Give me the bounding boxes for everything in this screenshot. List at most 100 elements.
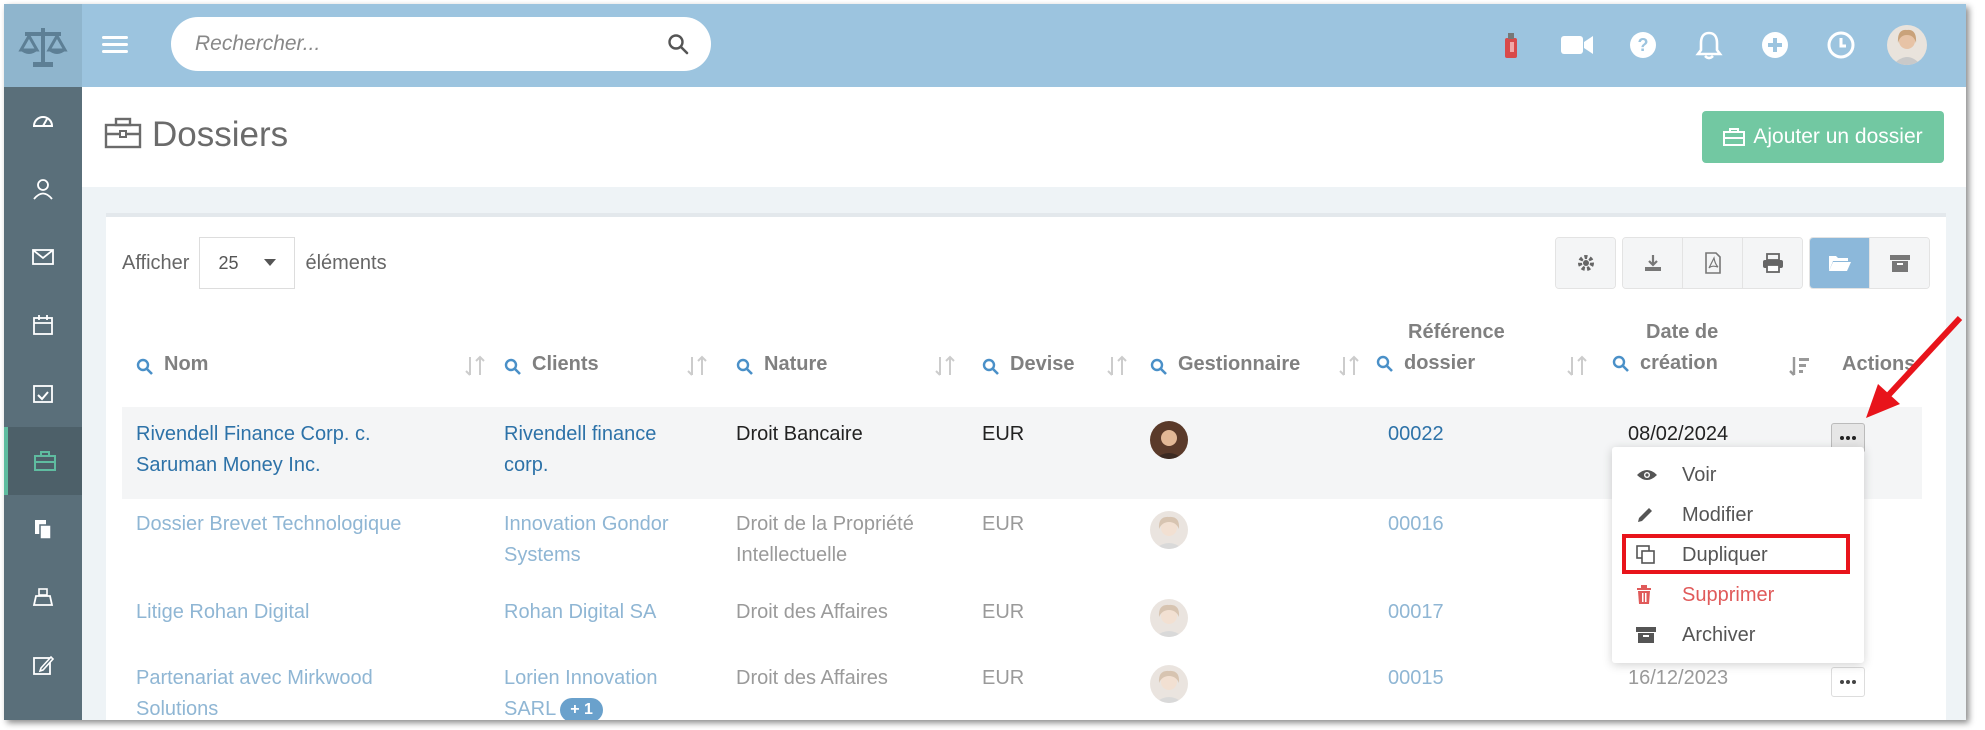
export-button[interactable] [1623,238,1683,288]
sort-icon[interactable] [1566,355,1588,377]
column-header-nom[interactable]: Nom [136,353,208,376]
reference-link[interactable]: 00015 [1388,663,1444,694]
menu-item-supprimer[interactable]: Supprimer [1612,575,1864,615]
avatar-icon [1150,421,1188,459]
reference-link[interactable]: 00022 [1388,419,1444,450]
open-dossiers-view-button[interactable] [1810,238,1870,288]
pencil-icon [1638,508,1652,522]
search-icon[interactable] [667,33,689,55]
table-header: Nom Clients Nature Devise Gestionnaire R… [122,315,1922,405]
gear-icon [1577,255,1594,271]
reference-link[interactable]: 00016 [1388,509,1444,540]
menu-item-modifier[interactable]: Modifier [1612,495,1864,535]
manager-avatar[interactable] [1150,599,1188,637]
sort-icon[interactable] [934,355,956,377]
dossier-name-link[interactable]: Litige Rohan Digital [136,597,309,628]
extinguisher-icon [1505,33,1517,58]
menu-item-voir[interactable]: Voir [1612,455,1864,495]
avatar-icon [1150,511,1188,549]
search-icon[interactable] [136,358,154,376]
sidebar-item-dashboard[interactable] [4,87,82,155]
sidebar-item-calendar[interactable] [4,291,82,359]
column-header-devise[interactable]: Devise [982,353,1075,376]
timer-tool-button[interactable] [1478,22,1544,68]
bell-icon [1695,31,1723,60]
calendar-icon [33,315,53,335]
client-link[interactable]: Rohan Digital SA [504,597,656,628]
column-header-gestionnaire[interactable]: Gestionnaire [1150,353,1300,376]
menu-toggle-button[interactable] [102,32,128,56]
search-icon[interactable] [1376,355,1394,373]
global-search [171,17,711,71]
column-header-clients[interactable]: Clients [504,353,599,376]
print-button[interactable] [1743,238,1802,288]
search-input[interactable] [193,31,667,57]
history-button[interactable] [1808,22,1874,68]
app-logo[interactable] [4,4,82,87]
sidebar-item-dossiers[interactable] [4,427,82,495]
column-label-line2: dossier [1404,352,1476,374]
dossier-name-link[interactable]: Partenariat avec Mirkwood Solutions [136,663,373,720]
scales-logo-icon [18,27,68,67]
creation-date: 08/02/2024 [1628,423,1729,445]
user-menu-button[interactable] [1874,22,1940,68]
column-header-reference[interactable]: Référence dossier [1376,321,1505,375]
more-dots-icon [1840,436,1856,440]
reference-link[interactable]: 00017 [1388,597,1444,628]
sidebar-item-documents[interactable] [4,495,82,563]
sidebar-item-contacts[interactable] [4,155,82,223]
clock-icon [1827,31,1855,59]
dossier-name-link[interactable]: Rivendell Finance Corp. c. Saruman Money … [136,419,371,481]
sidebar-item-messages[interactable] [4,223,82,291]
column-header-date-creation[interactable]: Date de création [1612,321,1718,375]
row-actions-button[interactable] [1831,667,1865,697]
page-size-select[interactable]: 25 [199,237,296,289]
column-label: Gestionnaire [1178,353,1301,375]
sidebar-item-notes[interactable] [4,631,82,699]
client-link[interactable]: Lorien Innovation SARL + 1 [504,663,657,720]
settings-button[interactable] [1556,238,1615,288]
sort-desc-icon[interactable] [1788,355,1810,377]
dashboard-icon [32,116,54,127]
help-button[interactable]: ? [1610,22,1676,68]
client-link[interactable]: Rivendell finance corp. [504,419,656,481]
svg-text:?: ? [1638,35,1649,55]
sidebar-item-billing[interactable] [4,563,82,631]
manager-avatar[interactable] [1150,421,1188,459]
archive-icon [1889,255,1910,272]
sort-icon[interactable] [686,355,708,377]
sort-icon[interactable] [1106,355,1128,377]
documents-icon [35,520,52,540]
create-new-button[interactable] [1742,22,1808,68]
video-call-button[interactable] [1544,22,1610,68]
briefcase-icon [34,451,56,471]
page-header: Dossiers Ajouter un dossier [82,87,1966,187]
dossier-name-link[interactable]: Dossier Brevet Technologique [136,509,401,540]
sort-icon[interactable] [464,355,486,377]
search-icon[interactable] [1612,355,1630,373]
column-label-line1: Référence [1408,321,1505,343]
edit-note-icon [33,655,54,675]
search-icon[interactable] [1150,358,1168,376]
search-icon[interactable] [504,358,522,376]
sidebar-item-tasks[interactable] [4,359,82,427]
search-icon[interactable] [982,358,1000,376]
show-label: Afficher [122,251,190,274]
sort-icon[interactable] [1338,355,1360,377]
page-size-value: 25 [218,252,239,273]
manager-avatar[interactable] [1150,511,1188,549]
column-label-line2: création [1640,352,1718,374]
extra-clients-badge[interactable]: + 1 [560,697,603,720]
menu-item-dupliquer[interactable]: Dupliquer [1612,535,1864,575]
add-dossier-button[interactable]: Ajouter un dossier [1702,111,1944,163]
column-header-nature[interactable]: Nature [736,353,827,376]
pdf-export-button[interactable] [1683,238,1743,288]
archived-view-button[interactable] [1870,238,1929,288]
column-label: Nature [764,353,828,375]
search-icon[interactable] [736,358,754,376]
client-link[interactable]: Innovation Gondor Systems [504,509,669,571]
archive-icon [1636,627,1656,643]
notifications-button[interactable] [1676,22,1742,68]
menu-item-archiver[interactable]: Archiver [1612,615,1864,655]
manager-avatar[interactable] [1150,665,1188,703]
